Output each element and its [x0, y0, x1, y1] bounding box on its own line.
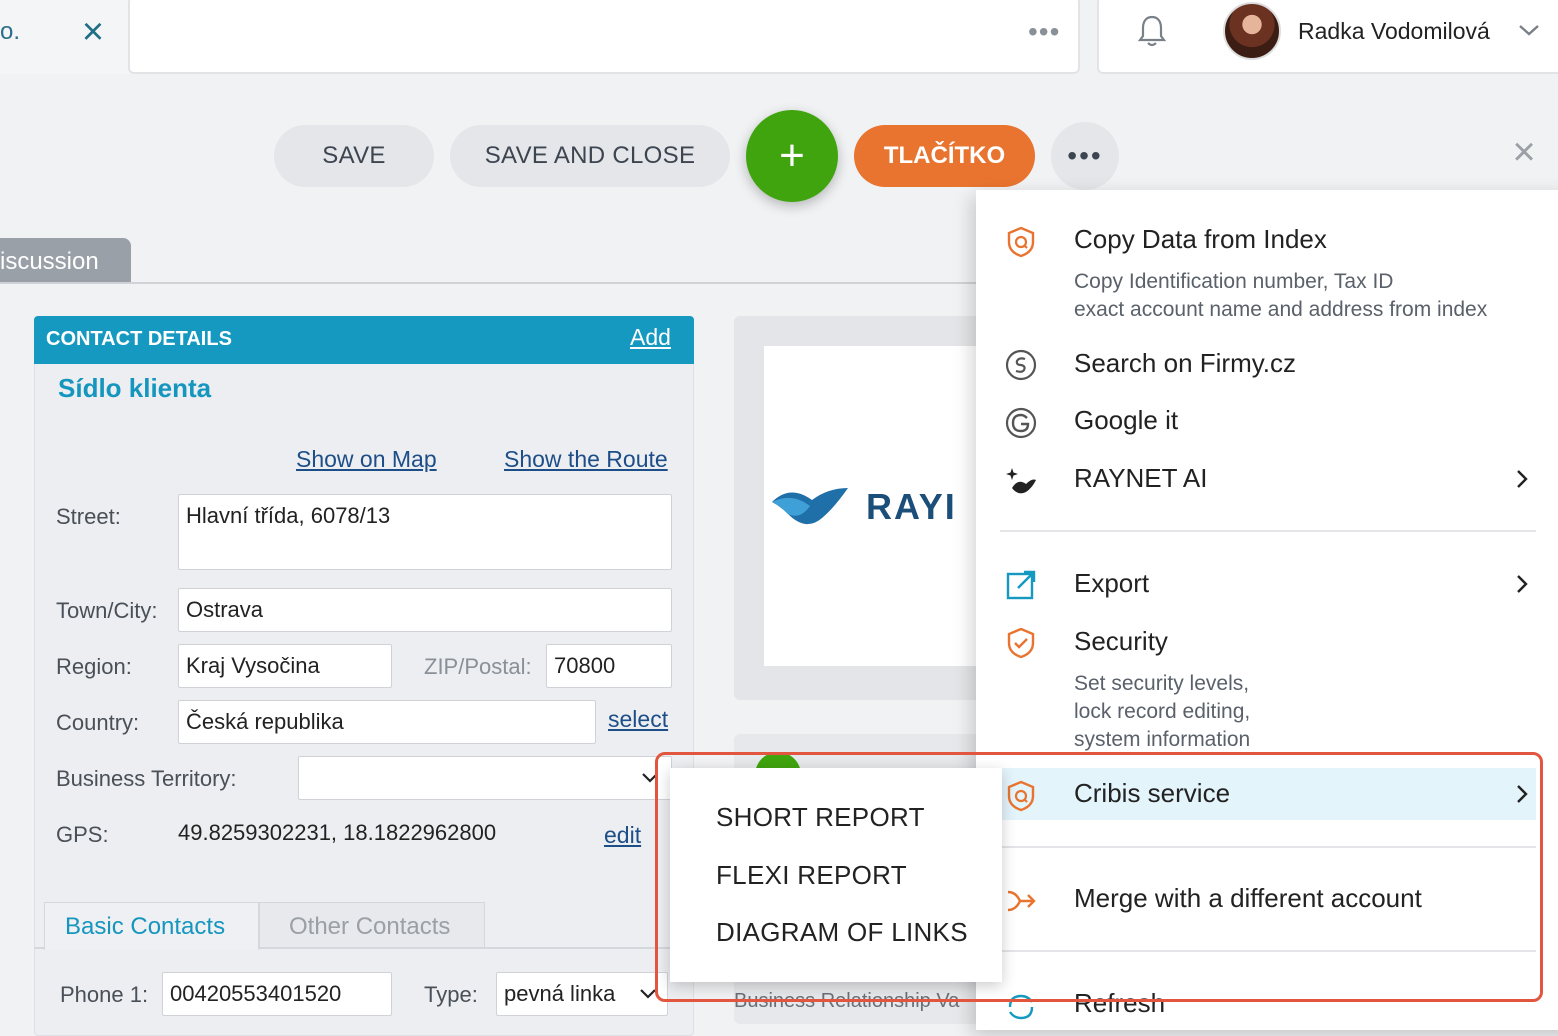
- security-description-3: system information: [1074, 728, 1251, 751]
- menu-item-export[interactable]: Export: [1074, 568, 1149, 599]
- ai-sparkle-icon: [1006, 468, 1036, 494]
- zip-field[interactable]: 70800: [546, 644, 672, 688]
- user-avatar[interactable]: [1223, 2, 1281, 60]
- tab-basic-contacts[interactable]: Basic Contacts: [44, 902, 259, 950]
- menu-item-security[interactable]: Security: [1074, 626, 1168, 657]
- show-route-link[interactable]: Show the Route: [504, 446, 668, 473]
- phone-type-label: Type:: [424, 982, 478, 1007]
- security-description-2: lock record editing,: [1074, 700, 1251, 723]
- more-actions-button[interactable]: •••: [1051, 122, 1119, 190]
- raynet-logo-icon: [772, 488, 848, 525]
- territory-select[interactable]: [298, 756, 672, 800]
- phone-label: Phone 1:: [60, 982, 149, 1007]
- close-tab-icon[interactable]: ×: [76, 13, 110, 52]
- logo-text: RAYI: [866, 486, 957, 527]
- gps-label: GPS:: [56, 822, 109, 847]
- chevron-right-icon: [1517, 575, 1528, 593]
- tab-divider: [0, 282, 980, 284]
- country-field[interactable]: Česká republika: [178, 700, 596, 744]
- add-button[interactable]: +: [746, 110, 838, 202]
- address-name: Sídlo klienta: [58, 373, 212, 403]
- add-contact-link[interactable]: Add: [630, 324, 671, 351]
- gps-value: 49.8259302231, 18.1822962800: [178, 820, 497, 845]
- notification-bell-icon[interactable]: [1136, 14, 1168, 48]
- city-label: Town/City:: [56, 598, 158, 623]
- city-field[interactable]: Ostrava: [178, 588, 672, 632]
- save-button[interactable]: SAVE: [274, 125, 434, 187]
- territory-label: Business Territory:: [56, 766, 237, 791]
- menu-item-copy-data[interactable]: Copy Data from Index: [1074, 224, 1327, 255]
- firmy-icon: [1005, 349, 1037, 381]
- gps-edit-link[interactable]: edit: [604, 822, 641, 849]
- top-search-bar[interactable]: [128, 0, 1080, 74]
- close-form-icon[interactable]: ×: [1508, 132, 1540, 172]
- user-name[interactable]: Radka Vodomilová: [1298, 18, 1490, 45]
- country-select-link[interactable]: select: [608, 706, 668, 733]
- security-description-1: Set security levels,: [1074, 672, 1250, 695]
- street-field[interactable]: Hlavní třída, 6078/13: [178, 494, 672, 570]
- google-icon: [1005, 407, 1037, 439]
- menu-item-google[interactable]: Google it: [1074, 405, 1178, 436]
- country-label: Country:: [56, 710, 140, 735]
- security-shield-icon: [1007, 627, 1035, 659]
- copy-data-description-2: exact account name and address from inde…: [1074, 298, 1488, 321]
- tlacitko-button[interactable]: TLAČÍTKO: [854, 125, 1035, 187]
- save-and-close-button[interactable]: SAVE AND CLOSE: [450, 125, 730, 187]
- copy-data-description-1: Copy Identification number, Tax ID: [1074, 270, 1394, 293]
- menu-item-raynet-ai[interactable]: RAYNET AI: [1074, 463, 1207, 494]
- phone-field[interactable]: 00420553401520: [162, 972, 392, 1016]
- open-tab-label: o.: [0, 18, 21, 45]
- region-field[interactable]: Kraj Vysočina: [178, 644, 392, 688]
- region-label: Region:: [56, 654, 132, 679]
- highlight-box: [655, 752, 1543, 1002]
- menu-item-search-firmy[interactable]: Search on Firmy.cz: [1074, 348, 1296, 379]
- cribis-shield-icon: [1007, 226, 1035, 258]
- chevron-down-icon[interactable]: [1516, 20, 1542, 40]
- more-dots-icon[interactable]: •••: [1028, 16, 1060, 48]
- contact-details-title: CONTACT DETAILS: [46, 328, 232, 350]
- zip-label: ZIP/Postal:: [424, 654, 532, 679]
- tab-other-contacts[interactable]: Other Contacts: [259, 902, 485, 948]
- show-on-map-link[interactable]: Show on Map: [296, 446, 437, 473]
- chevron-right-icon: [1517, 470, 1528, 488]
- menu-separator: [1000, 530, 1536, 532]
- export-icon: [1006, 570, 1036, 600]
- tab-discussion[interactable]: iscussion: [0, 238, 131, 284]
- street-label: Street:: [56, 504, 121, 529]
